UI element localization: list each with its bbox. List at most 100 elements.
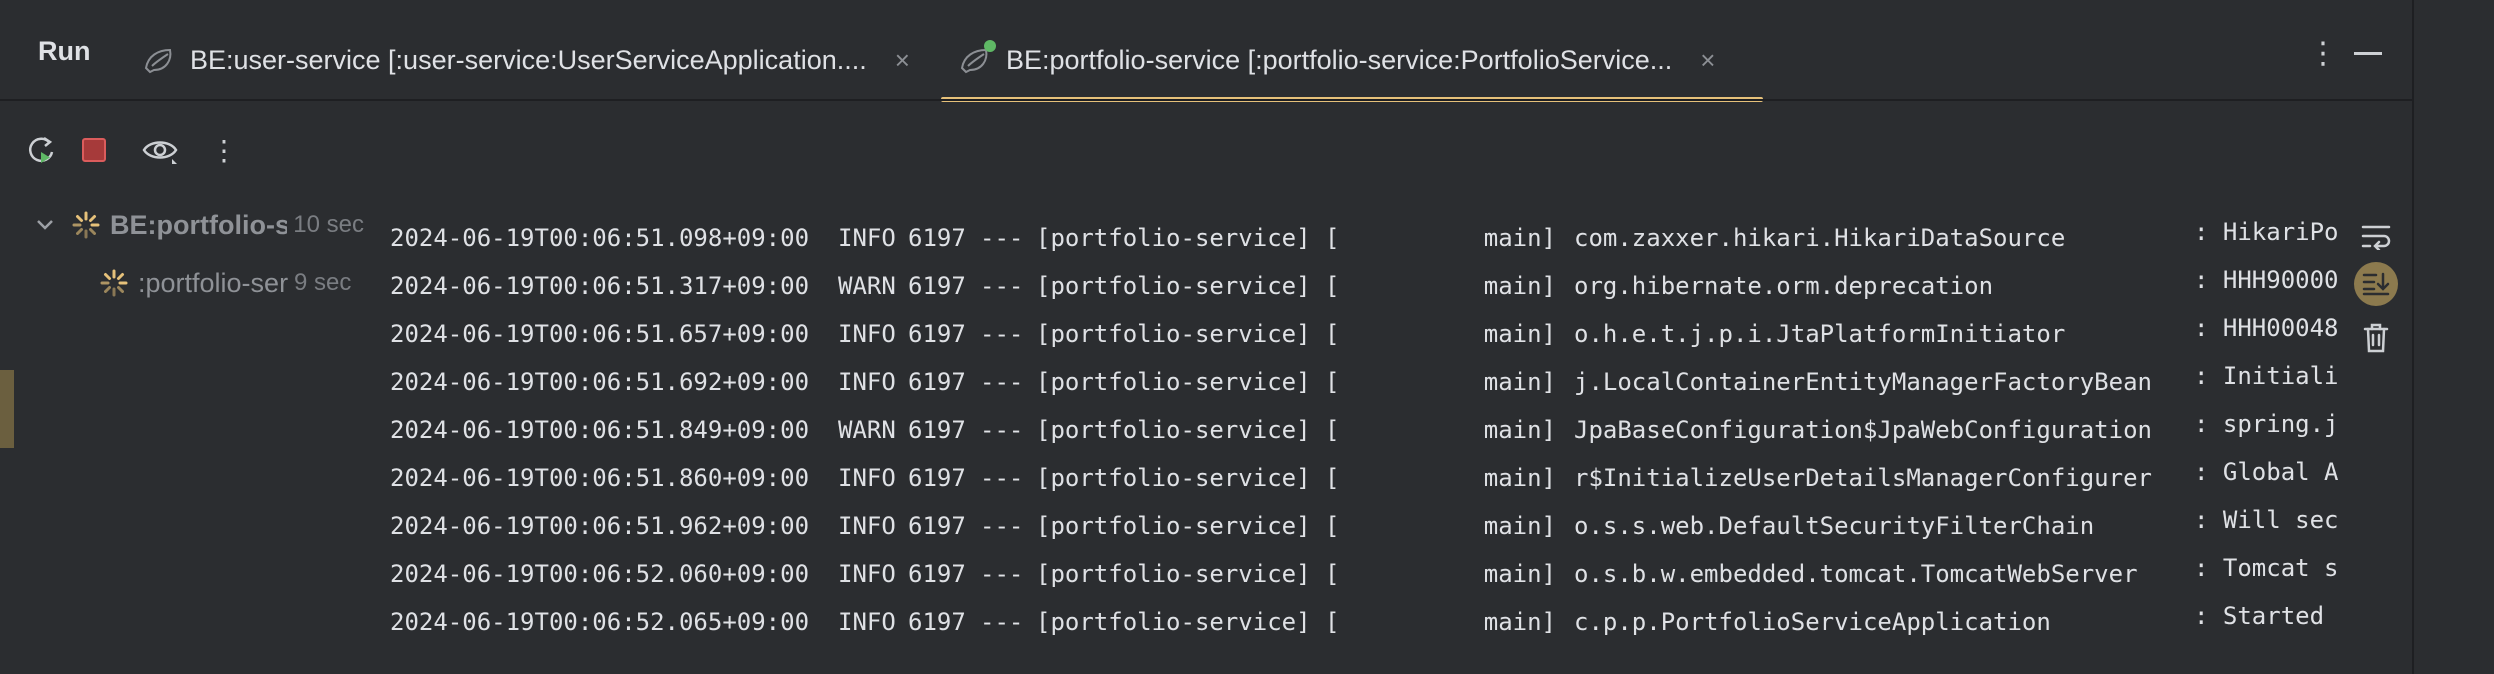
log-sep: --- (980, 224, 1024, 252)
log-sep: --- (980, 320, 1024, 348)
tree-node-label: :portfolio-service (138, 267, 288, 298)
console-line: 2024-06-19T00:06:51.317+09:00 WARN 6197 ---… (390, 266, 2338, 314)
log-app: [portfolio-service] [ (1036, 416, 1340, 444)
spring-boot-icon (142, 42, 178, 78)
running-indicator-icon (984, 40, 996, 52)
tree-node-portfolio-service-task[interactable]: :portfolio-service 9 sec (100, 258, 364, 308)
tab-user-service[interactable]: BE:user-service [:user-service:UserServi… (142, 18, 910, 102)
log-level: INFO (838, 224, 896, 252)
run-tool-window-header: Run BE:user-service [:user-service:UserS… (0, 0, 2494, 102)
log-ts: 2024-06-19T00:06:51.657+09:00 (390, 320, 810, 348)
log-app: [portfolio-service] [ (1036, 560, 1340, 588)
console-output[interactable]: 2024-06-19T00:06:51.098+09:00 INFO 6197 ---… (390, 210, 2338, 674)
log-logger: org.hibernate.orm.deprecation (1574, 272, 1994, 300)
log-thread: main] (1483, 368, 1556, 396)
log-sep: --- (980, 272, 1024, 300)
tree-node-label: BE:portfolio-service (110, 209, 288, 240)
log-pid: 6197 (908, 464, 966, 492)
soft-wrap-icon[interactable] (2354, 214, 2398, 258)
log-level: WARN (838, 416, 896, 444)
loading-spinner-icon (100, 269, 128, 297)
minimize-icon[interactable] (2354, 52, 2382, 55)
log-logger: j.LocalContainerEntityManagerFactoryBean (1574, 368, 2152, 396)
close-tab-icon[interactable]: × (895, 45, 910, 76)
log-level: INFO (838, 368, 896, 396)
log-msg: : spring.jpa (2194, 410, 2338, 438)
log-app: [portfolio-service] [ (1036, 608, 1340, 636)
eye-icon[interactable] (138, 128, 182, 172)
log-logger: r$InitializeUserDetailsManagerConfigurer (1574, 464, 2152, 492)
log-sep: --- (980, 368, 1024, 396)
log-app: [portfolio-service] [ (1036, 320, 1340, 348)
log-msg: : HHH000489 (2194, 314, 2338, 342)
log-msg: : Tomcat st (2194, 554, 2338, 582)
log-level: INFO (838, 320, 896, 348)
right-divider (2412, 0, 2414, 674)
tab-label: BE:portfolio-service [:portfolio-service… (1006, 44, 1673, 75)
log-pid: 6197 (908, 224, 966, 252)
log-level: INFO (838, 608, 896, 636)
stop-icon[interactable] (72, 128, 116, 172)
log-level: INFO (838, 512, 896, 540)
loading-spinner-icon (72, 211, 100, 239)
log-ts: 2024-06-19T00:06:51.849+09:00 (390, 416, 810, 444)
log-msg: : Started P (2194, 602, 2338, 630)
log-logger: com.zaxxer.hikari.HikariDataSource (1574, 224, 2066, 252)
log-ts: 2024-06-19T00:06:51.098+09:00 (390, 224, 810, 252)
console-line: 2024-06-19T00:06:51.849+09:00 WARN 6197 ---… (390, 410, 2338, 458)
console-line: 2024-06-19T00:06:51.657+09:00 INFO 6197 ---… (390, 314, 2338, 362)
log-level: INFO (838, 464, 896, 492)
header-divider (0, 99, 2412, 101)
tree-node-portfolio-service[interactable]: BE:portfolio-service 10 sec (34, 200, 364, 250)
tab-label: BE:user-service [:user-service:UserServi… (190, 44, 867, 75)
log-ts: 2024-06-19T00:06:51.692+09:00 (390, 368, 810, 396)
log-ts: 2024-06-19T00:06:51.962+09:00 (390, 512, 810, 540)
chevron-down-icon[interactable] (34, 214, 56, 236)
log-level: WARN (838, 272, 896, 300)
log-thread: main] (1483, 560, 1556, 588)
console-line: 2024-06-19T00:06:51.860+09:00 INFO 6197 ---… (390, 458, 2338, 506)
log-pid: 6197 (908, 608, 966, 636)
console-line: 2024-06-19T00:06:52.065+09:00 INFO 6197 ---… (390, 602, 2338, 650)
log-level: INFO (838, 560, 896, 588)
log-msg: : Initializ (2194, 362, 2338, 390)
log-msg: : Global Au (2194, 458, 2338, 486)
rerun-icon[interactable] (20, 128, 64, 172)
log-app: [portfolio-service] [ (1036, 368, 1340, 396)
log-msg: : HikariPool (2194, 218, 2338, 246)
log-thread: main] (1483, 224, 1556, 252)
log-sep: --- (980, 512, 1024, 540)
log-app: [portfolio-service] [ (1036, 224, 1340, 252)
tree-node-duration: 10 sec (293, 211, 364, 238)
log-pid: 6197 (908, 320, 966, 348)
log-pid: 6197 (908, 416, 966, 444)
log-thread: main] (1483, 320, 1556, 348)
log-app: [portfolio-service] [ (1036, 464, 1340, 492)
tool-window-title: Run (38, 36, 91, 66)
tab-portfolio-service[interactable]: BE:portfolio-service [:portfolio-service… (958, 18, 1715, 102)
log-pid: 6197 (908, 560, 966, 588)
more-options-icon[interactable]: ⋮ (2308, 36, 2338, 71)
log-sep: --- (980, 464, 1024, 492)
log-logger: JpaBaseConfiguration$JpaWebConfiguration (1574, 416, 2152, 444)
close-tab-icon[interactable]: × (1700, 45, 1715, 76)
clear-all-icon[interactable] (2354, 316, 2398, 360)
tree-node-duration: 9 sec (294, 269, 352, 296)
log-pid: 6197 (908, 512, 966, 540)
log-ts: 2024-06-19T00:06:51.317+09:00 (390, 272, 810, 300)
log-logger: o.s.b.w.embedded.tomcat.TomcatWebServer (1574, 560, 2138, 588)
run-tree: BE:portfolio-service 10 sec :portfolio-s… (0, 200, 372, 674)
log-app: [portfolio-service] [ (1036, 512, 1340, 540)
log-thread: main] (1483, 464, 1556, 492)
log-logger: c.p.p.PortfolioServiceApplication (1574, 608, 2051, 636)
log-sep: --- (980, 560, 1024, 588)
log-pid: 6197 (908, 368, 966, 396)
log-app: [portfolio-service] [ (1036, 272, 1340, 300)
toolbar-more-icon[interactable]: ⋮ (202, 128, 246, 172)
console-line: 2024-06-19T00:06:51.962+09:00 INFO 6197 ---… (390, 506, 2338, 554)
log-msg: : Will secu (2194, 506, 2338, 534)
log-thread: main] (1483, 608, 1556, 636)
scroll-to-end-icon[interactable] (2354, 262, 2398, 306)
log-logger: o.s.s.web.DefaultSecurityFilterChain (1574, 512, 2095, 540)
gutter-marker (0, 370, 14, 448)
